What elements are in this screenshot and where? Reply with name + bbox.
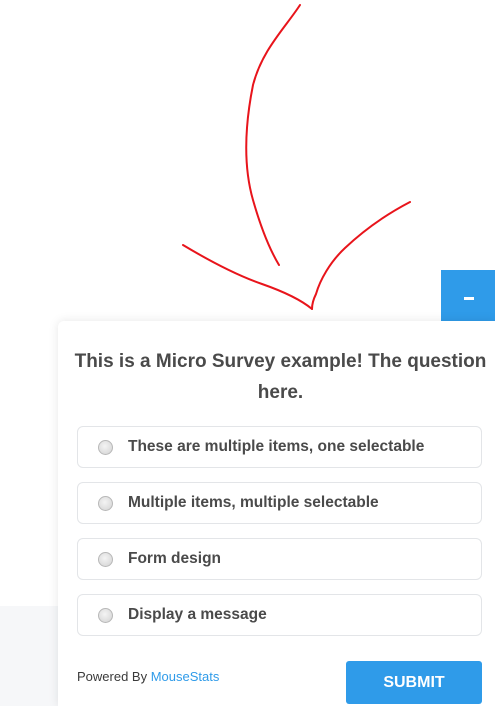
minus-icon bbox=[464, 297, 474, 300]
radio-button-icon[interactable] bbox=[98, 495, 113, 511]
radio-button-icon[interactable] bbox=[98, 607, 113, 623]
powered-by: Powered By MouseStats bbox=[77, 669, 219, 684]
survey-question: This is a Micro Survey example! The ques… bbox=[74, 351, 487, 403]
survey-option-1[interactable]: These are multiple items, one selectable bbox=[77, 426, 482, 468]
submit-button[interactable]: SUBMIT bbox=[346, 661, 482, 704]
survey-option-4[interactable]: Display a message bbox=[77, 594, 482, 636]
option-label: Form design bbox=[128, 550, 222, 567]
radio-button-icon[interactable] bbox=[98, 551, 113, 567]
option-label: Display a message bbox=[128, 606, 267, 623]
survey-options: These are multiple items, one selectable… bbox=[77, 426, 482, 650]
powered-by-brand-link[interactable]: MouseStats bbox=[151, 669, 220, 684]
option-label: These are multiple items, one selectable bbox=[128, 438, 425, 455]
radio-button-icon[interactable] bbox=[98, 439, 113, 455]
survey-panel: This is a Micro Survey example! The ques… bbox=[58, 321, 495, 706]
minimize-tab[interactable] bbox=[441, 270, 495, 332]
powered-by-prefix: Powered By bbox=[77, 669, 148, 684]
option-label: Multiple items, multiple selectable bbox=[128, 494, 379, 511]
survey-option-3[interactable]: Form design bbox=[77, 538, 482, 580]
survey-option-2[interactable]: Multiple items, multiple selectable bbox=[77, 482, 482, 524]
background-strip bbox=[0, 606, 60, 706]
